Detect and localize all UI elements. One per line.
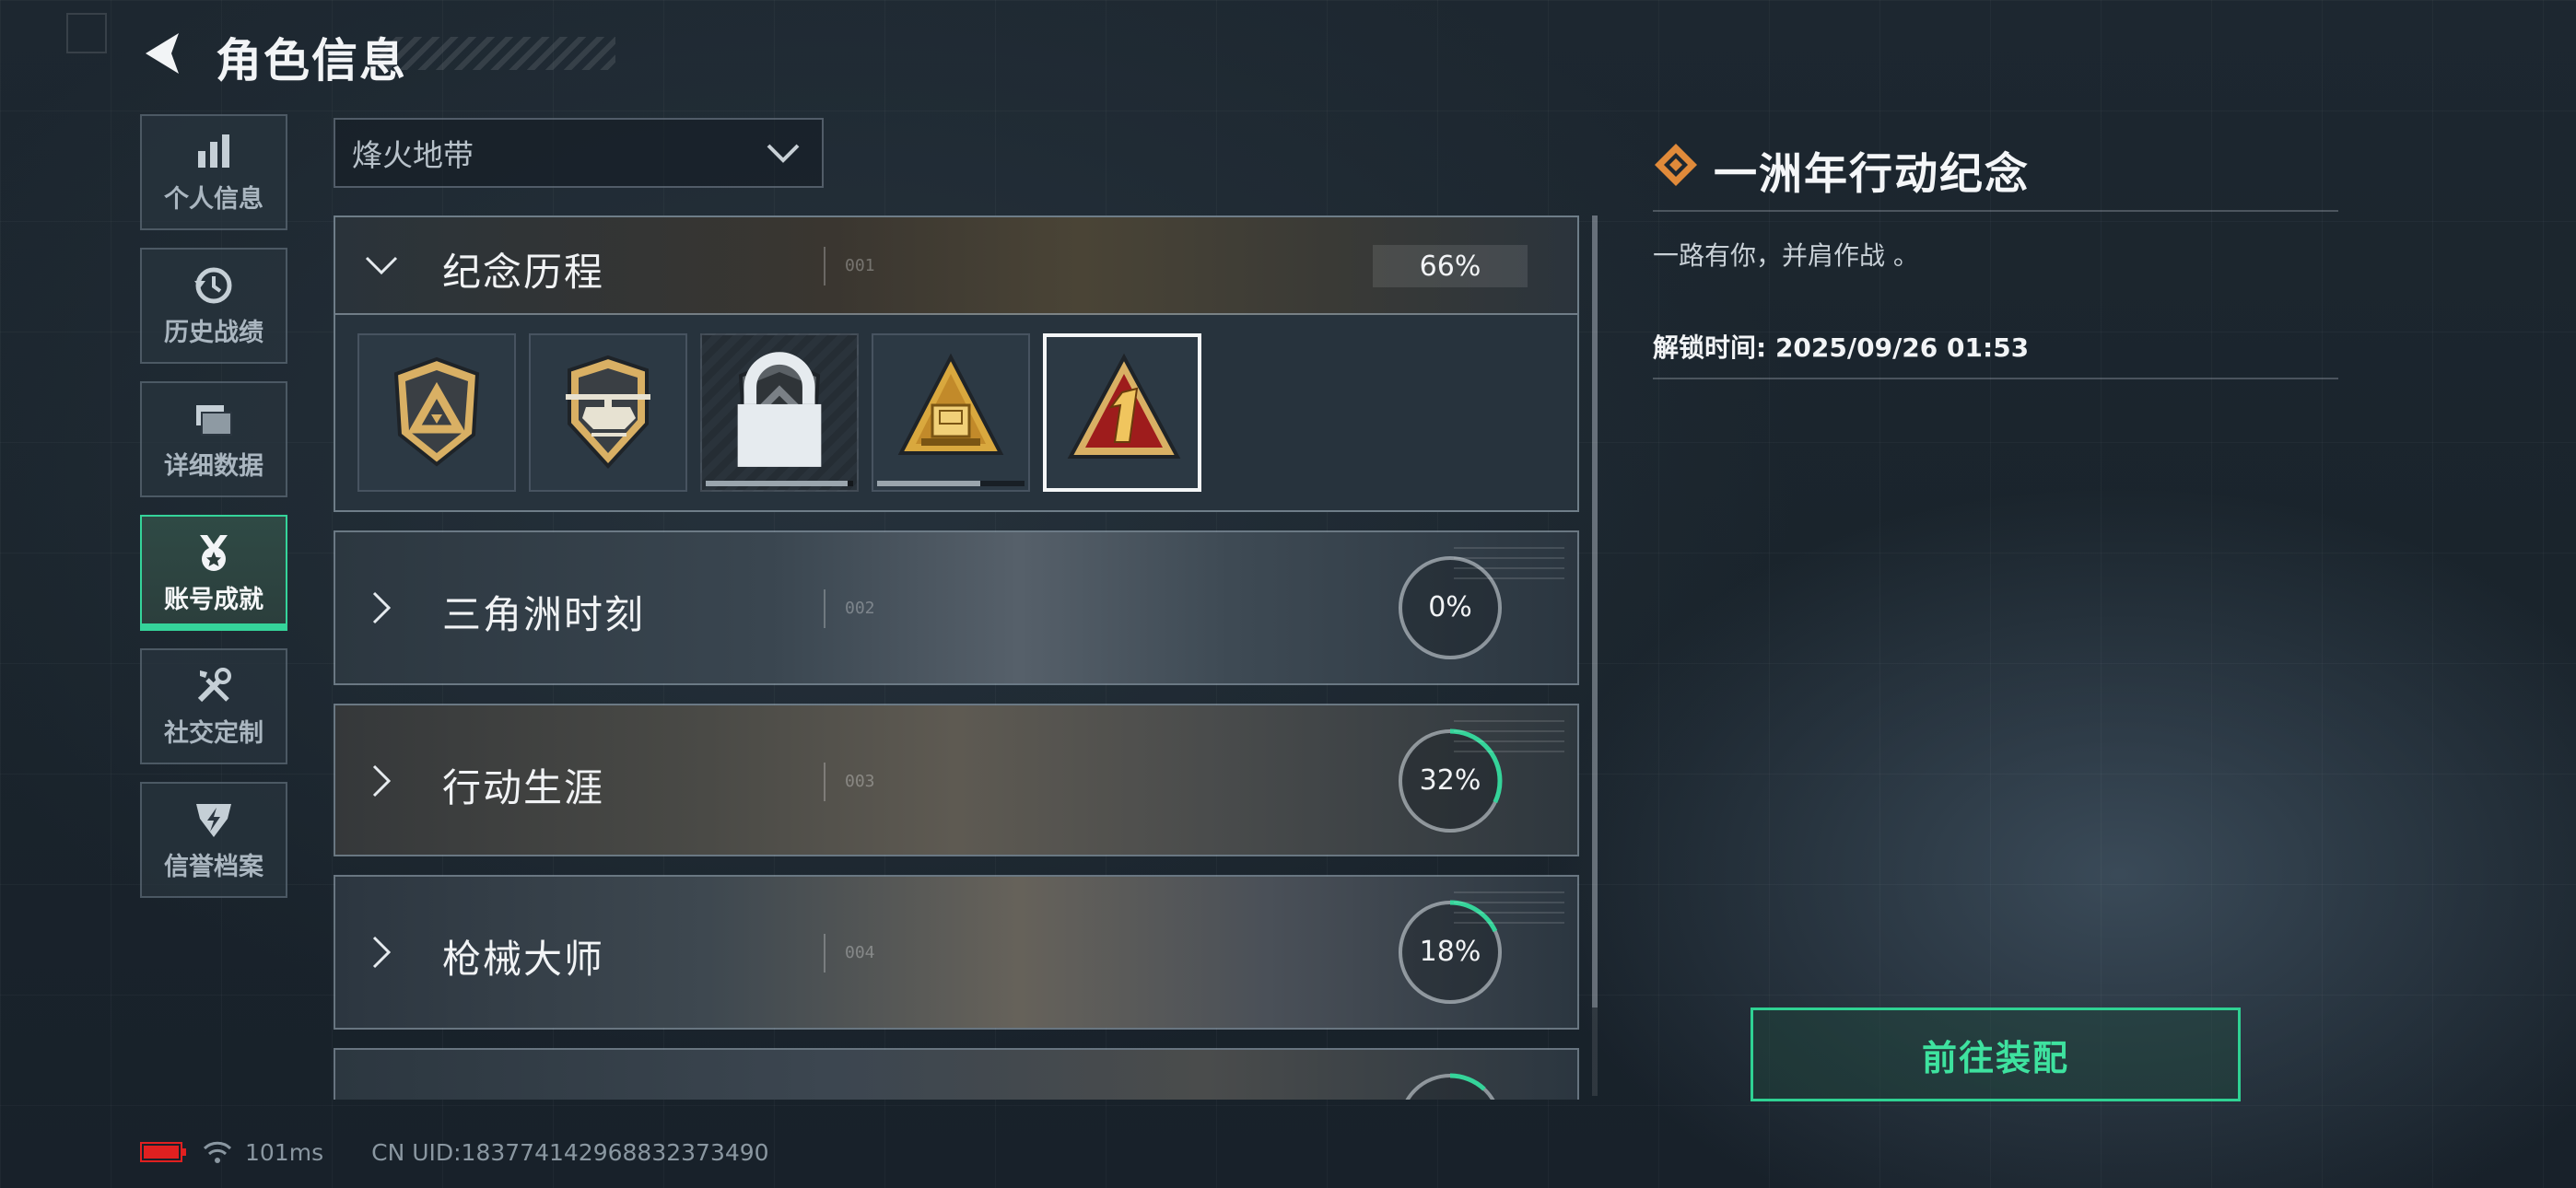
chevron-right-icon	[372, 591, 392, 624]
achievement-category-list: 纪念历程 001 66% 三角洲时刻 002 0% 行动生涯 003 32% 枪…	[334, 215, 1579, 1100]
sidebar-item-history[interactable]: 历史战绩	[140, 248, 287, 364]
achievement-badge-locked[interactable]	[700, 333, 859, 492]
sidebar-item-label: 社交定制	[164, 718, 263, 748]
achievement-badge[interactable]	[529, 333, 687, 492]
medal-icon	[200, 534, 228, 571]
achievement-badge[interactable]	[357, 333, 516, 492]
category-progress-label: 66%	[1373, 245, 1528, 287]
gold-bar-pyramid-badge-icon	[897, 353, 1004, 455]
scrollbar[interactable]	[1592, 215, 1598, 1096]
progress-ring	[1398, 1073, 1503, 1100]
unlock-time: 解锁时间: 2025/09/26 01:53	[1653, 332, 2030, 363]
category-name: 行动生涯	[442, 765, 605, 810]
progress-label: 18%	[1419, 936, 1481, 968]
helicopter-badge-icon	[566, 355, 650, 469]
active-indicator	[140, 623, 287, 631]
sidebar-item-detailed-data[interactable]: 详细数据	[140, 381, 287, 497]
divider	[824, 763, 825, 801]
category-gun-master[interactable]: 枪械大师 004 18%	[334, 875, 1579, 1030]
sidebar-item-label: 信誉档案	[164, 852, 263, 881]
title-decoration	[378, 37, 615, 70]
reputation-icon	[196, 803, 231, 837]
sidebar-item-label: 详细数据	[164, 451, 263, 481]
category-operation-career[interactable]: 行动生涯 003 32%	[334, 704, 1579, 856]
battery-icon	[140, 1142, 186, 1162]
sidebar-nav: 个人信息 历史战绩 详细数据 账号成就 社交定制 信誉档案	[140, 114, 291, 915]
category-background	[335, 1050, 1577, 1100]
badge-progress-bar	[877, 481, 1025, 486]
progress-label: 32%	[1419, 764, 1481, 797]
user-uid: CN UID:183774142968832373490	[371, 1138, 769, 1166]
decoration-lines	[1454, 720, 1564, 761]
badge-progress-bar	[706, 481, 853, 486]
sidebar-item-reputation[interactable]: 信誉档案	[140, 782, 287, 898]
tools-icon	[197, 667, 231, 702]
divider	[824, 589, 825, 628]
sidebar-item-label: 历史战绩	[164, 318, 263, 347]
achievement-title: 一洲年行动纪念	[1714, 149, 2030, 200]
divider	[824, 247, 825, 285]
lock-icon	[737, 352, 822, 467]
sidebar-item-personal-info[interactable]: 个人信息	[140, 114, 287, 230]
number-one-triangle-badge-icon	[1067, 353, 1181, 459]
achievement-description: 一路有你，并肩作战 。	[1653, 240, 1919, 271]
category-header[interactable]: 纪念历程 001 66%	[335, 217, 1577, 315]
sidebar-item-achievements[interactable]: 账号成就	[140, 515, 287, 631]
category-number: 002	[845, 599, 875, 618]
decoration-lines	[1454, 891, 1564, 932]
go-equip-button[interactable]: 前往装配	[1751, 1007, 2241, 1101]
category-name: 三角洲时刻	[442, 592, 646, 637]
folder-icon	[196, 404, 232, 436]
status-bar: 101ms CN UID:183774142968832373490	[140, 1138, 769, 1166]
chevron-right-icon	[372, 764, 392, 798]
sidebar-item-label: 个人信息	[164, 184, 263, 214]
achievement-badge[interactable]	[872, 333, 1030, 492]
history-clock-icon	[194, 267, 232, 303]
divider	[824, 934, 825, 973]
category-partial[interactable]	[334, 1048, 1579, 1100]
ping-value: 101ms	[245, 1138, 324, 1166]
achievement-diamond-icon	[1655, 144, 1697, 186]
achievement-badge-selected[interactable]	[1043, 333, 1201, 492]
chevron-down-icon	[767, 144, 800, 163]
scrollbar-thumb[interactable]	[1592, 215, 1598, 1007]
shield-triangle-badge-icon	[393, 356, 480, 467]
category-commemoration: 纪念历程 001 66%	[334, 215, 1579, 512]
mode-select-value: 烽火地带	[352, 137, 474, 173]
bar-chart-icon	[198, 134, 229, 168]
category-number: 001	[845, 256, 875, 275]
decoration-lines	[1454, 547, 1564, 588]
sidebar-item-social[interactable]: 社交定制	[140, 648, 287, 764]
category-number: 004	[845, 943, 875, 962]
chevron-right-icon	[372, 936, 392, 969]
divider	[1653, 378, 2338, 379]
wifi-icon	[203, 1141, 232, 1163]
category-number: 003	[845, 772, 875, 791]
category-name: 枪械大师	[442, 937, 605, 982]
mode-select[interactable]: 烽火地带	[334, 118, 824, 188]
progress-label: 0%	[1428, 591, 1472, 623]
chevron-down-icon	[365, 256, 398, 275]
corner-decoration	[66, 13, 107, 53]
category-delta-moments[interactable]: 三角洲时刻 002 0%	[334, 530, 1579, 685]
category-name: 纪念历程	[442, 250, 605, 295]
divider	[1653, 210, 2338, 212]
sidebar-item-label: 账号成就	[164, 585, 263, 614]
back-arrow-icon[interactable]	[138, 28, 190, 79]
